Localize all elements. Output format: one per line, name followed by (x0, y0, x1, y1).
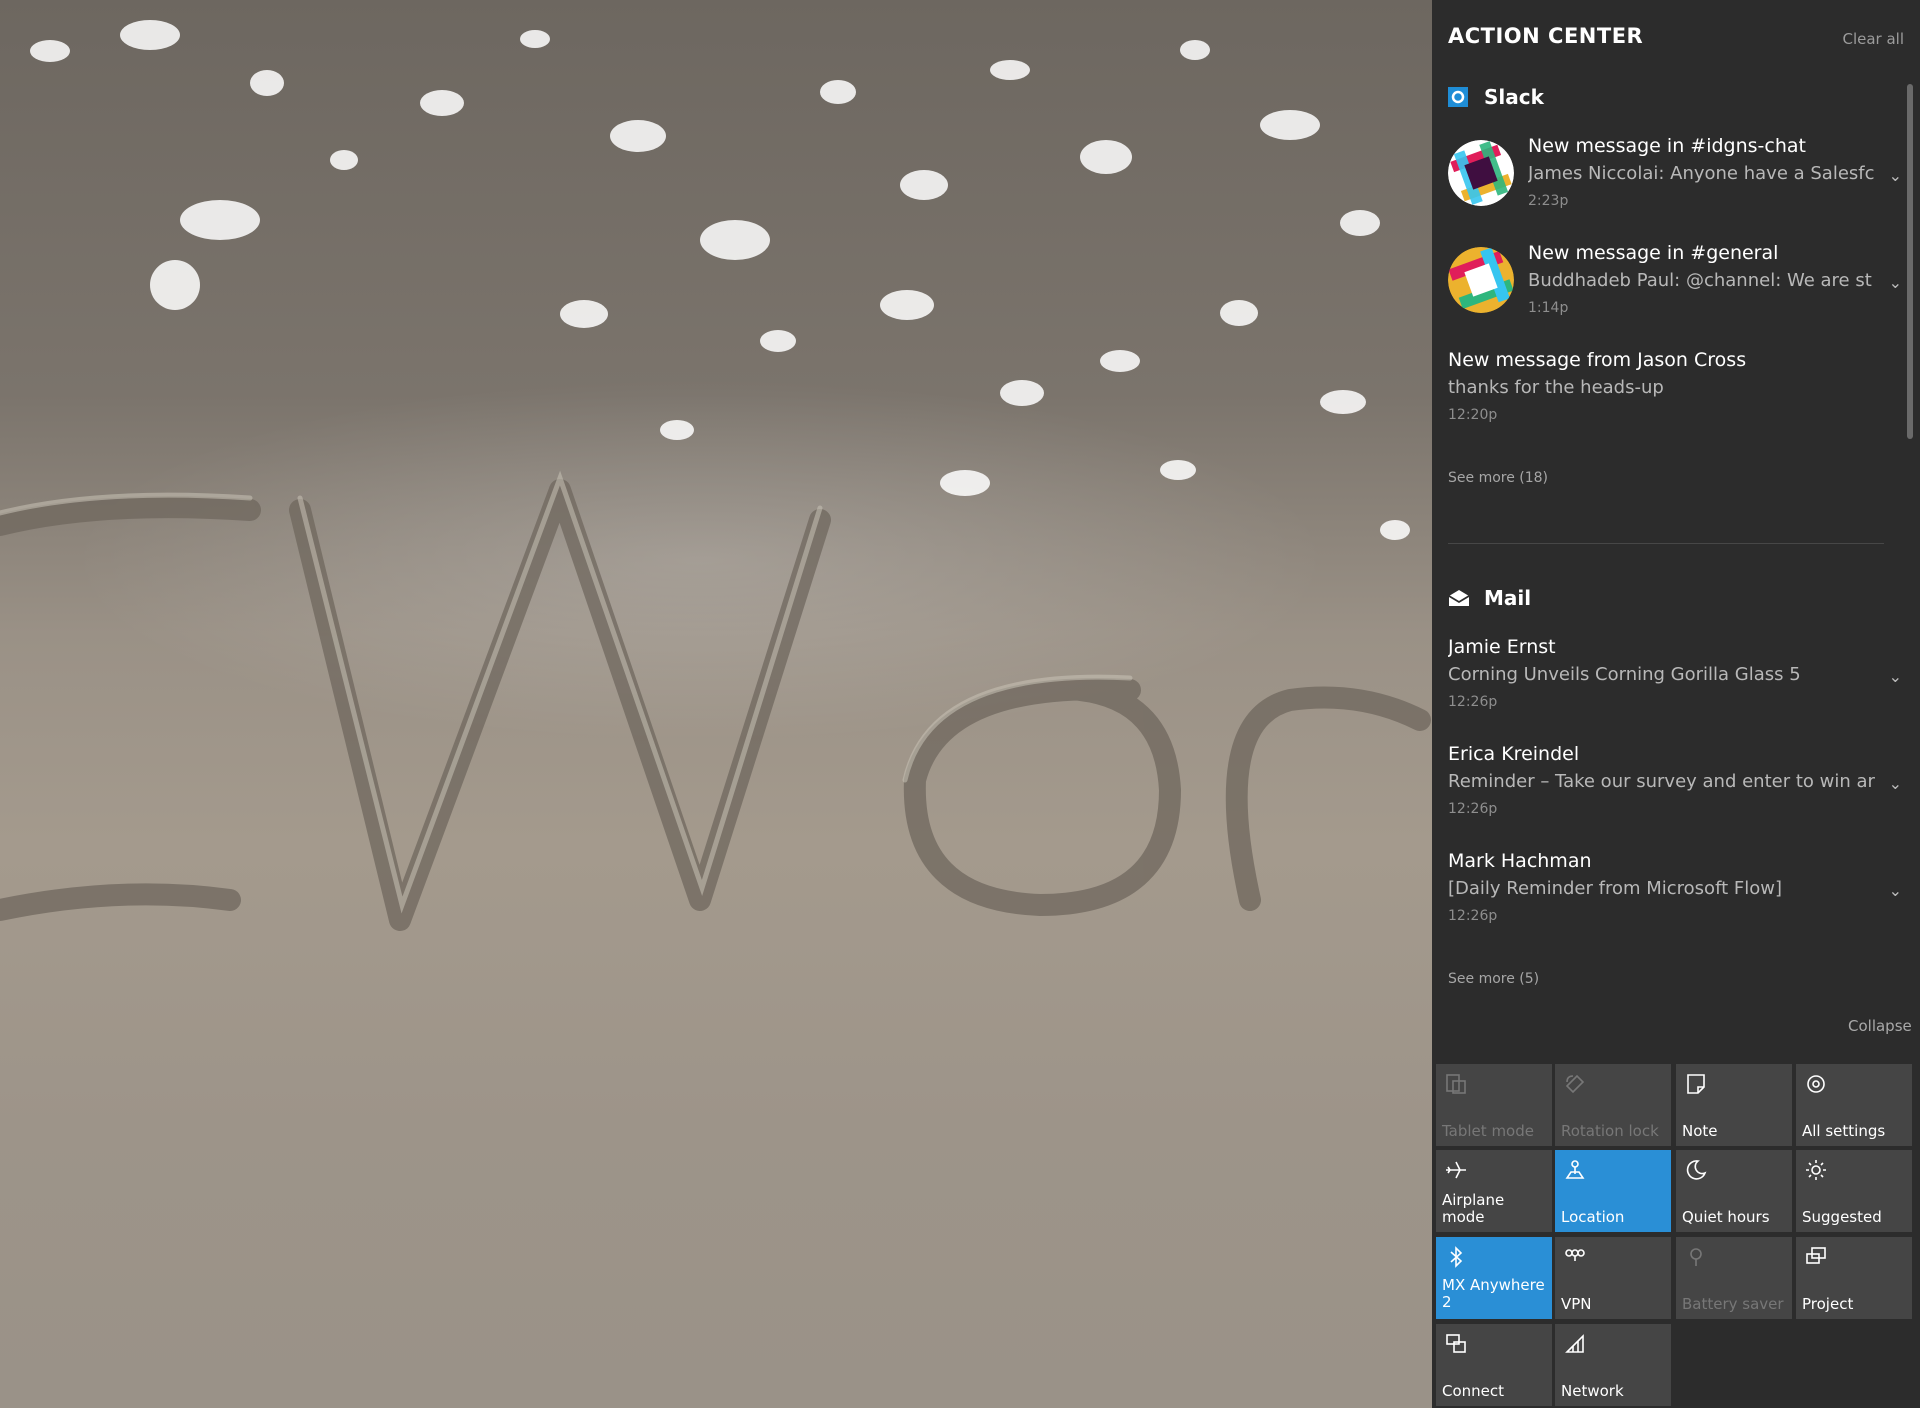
notification-title: New message from Jason Cross (1448, 349, 1747, 371)
clear-all-button[interactable]: Clear all (1842, 30, 1904, 48)
tile-airplane-mode[interactable]: Airplane mode (1436, 1150, 1552, 1232)
notification-time: 12:26p (1448, 801, 1498, 817)
desktop-wallpaper (0, 0, 1432, 1408)
brightness-icon (1804, 1158, 1828, 1182)
mail-group-header[interactable]: Mail (1448, 583, 1531, 613)
tile-label: Rotation lock (1561, 1122, 1659, 1140)
see-more-link[interactable]: See more (18) (1448, 470, 1548, 486)
tile-all-settings[interactable]: All settings (1796, 1064, 1912, 1146)
tile-project[interactable]: Project (1796, 1237, 1912, 1319)
connect-icon (1444, 1332, 1468, 1356)
notification-title: New message in #idgns-chat (1528, 135, 1806, 157)
notification-title: Mark Hachman (1448, 850, 1592, 872)
notification-title: Jamie Ernst (1448, 636, 1556, 658)
notification-item[interactable]: Erica Kreindel Reminder – Take our surve… (1448, 740, 1902, 840)
chevron-down-icon[interactable]: ⌄ (1889, 667, 1902, 686)
notification-time: 1:14p (1528, 300, 1569, 316)
tablet-mode-icon (1444, 1072, 1468, 1096)
group-divider (1448, 543, 1884, 544)
network-icon (1563, 1332, 1587, 1356)
notification-body: Corning Unveils Corning Gorilla Glass 5 (1448, 664, 1801, 685)
see-more-link[interactable]: See more (5) (1448, 971, 1539, 987)
tile-label: Airplane mode (1442, 1191, 1505, 1226)
tile-vpn[interactable]: VPN (1555, 1237, 1671, 1319)
tile-label: Quiet hours (1682, 1208, 1770, 1226)
slack-logo-avatar (1448, 247, 1514, 313)
notification-time: 12:26p (1448, 908, 1498, 924)
tile-note[interactable]: Note (1676, 1064, 1792, 1146)
gear-icon (1804, 1072, 1828, 1096)
notification-body: thanks for the heads-up (1448, 377, 1664, 398)
battery-saver-icon (1684, 1245, 1708, 1269)
note-icon (1684, 1072, 1708, 1096)
tile-label: Project (1802, 1295, 1854, 1313)
tile-label: Connect (1442, 1382, 1505, 1400)
notification-time: 12:26p (1448, 694, 1498, 710)
tile-network[interactable]: Network (1555, 1324, 1671, 1406)
mail-app-name: Mail (1484, 586, 1532, 610)
slack-icon (1448, 87, 1468, 107)
action-center-header: ACTION CENTER Clear all (1448, 24, 1904, 54)
tile-label: Tablet mode (1442, 1122, 1534, 1140)
tile-bluetooth[interactable]: MX Anywhere 2 (1436, 1237, 1552, 1319)
notification-time: 2:23p (1528, 193, 1569, 209)
vpn-icon (1563, 1245, 1587, 1269)
mail-icon (1448, 588, 1470, 608)
moon-icon (1684, 1158, 1708, 1182)
tile-label: All settings (1802, 1122, 1886, 1140)
notification-body: [Daily Reminder from Microsoft Flow] (1448, 878, 1782, 899)
tile-label: Battery saver (1682, 1295, 1784, 1313)
chevron-down-icon[interactable]: ⌄ (1889, 881, 1902, 900)
tile-location[interactable]: Location (1555, 1150, 1671, 1232)
notification-body: James Niccolai: Anyone have a Salesfc (1528, 163, 1875, 184)
tile-rotation-lock[interactable]: Rotation lock (1555, 1064, 1671, 1146)
tile-label: Location (1561, 1208, 1625, 1226)
project-icon (1804, 1245, 1828, 1269)
tile-quiet-hours[interactable]: Quiet hours (1676, 1150, 1792, 1232)
tile-suggested[interactable]: Suggested (1796, 1150, 1912, 1232)
tile-connect[interactable]: Connect (1436, 1324, 1552, 1406)
notification-title: Erica Kreindel (1448, 743, 1580, 765)
notification-body: Reminder – Take our survey and enter to … (1448, 771, 1875, 792)
notification-item[interactable]: New message in #general Buddhadeb Paul: … (1448, 239, 1902, 339)
tile-tablet-mode[interactable]: Tablet mode (1436, 1064, 1552, 1146)
tile-label: Network (1561, 1382, 1624, 1400)
notification-item[interactable]: New message from Jason Cross thanks for … (1448, 346, 1898, 446)
slack-app-name: Slack (1484, 85, 1544, 109)
tile-label: MX Anywhere 2 (1442, 1276, 1545, 1311)
tile-label: Suggested (1802, 1208, 1882, 1226)
slack-logo-avatar (1448, 140, 1514, 206)
tile-battery-saver[interactable]: Battery saver (1676, 1237, 1792, 1319)
notification-item[interactable]: Mark Hachman [Daily Reminder from Micros… (1448, 847, 1902, 947)
tile-label: Note (1682, 1122, 1718, 1140)
notification-time: 12:20p (1448, 407, 1498, 423)
sand-writing (0, 470, 1431, 931)
rotation-lock-icon (1563, 1072, 1587, 1096)
bluetooth-icon (1444, 1245, 1468, 1269)
chevron-down-icon[interactable]: ⌄ (1889, 774, 1902, 793)
collapse-button[interactable]: Collapse (1848, 1017, 1912, 1035)
airplane-icon (1444, 1158, 1468, 1182)
slack-group-header[interactable]: Slack (1448, 82, 1544, 112)
notification-item[interactable]: New message in #idgns-chat James Niccola… (1448, 132, 1902, 232)
notifications-scrollbar[interactable] (1906, 78, 1914, 992)
location-icon (1563, 1158, 1587, 1182)
action-center-title: ACTION CENTER (1448, 24, 1644, 48)
notification-body: Buddhadeb Paul: @channel: We are st (1528, 270, 1872, 291)
chevron-down-icon[interactable]: ⌄ (1889, 273, 1902, 292)
scrollbar-thumb[interactable] (1907, 84, 1913, 439)
tile-label: VPN (1561, 1295, 1592, 1313)
notification-title: New message in #general (1528, 242, 1779, 264)
notification-item[interactable]: Jamie Ernst Corning Unveils Corning Gori… (1448, 633, 1902, 733)
chevron-down-icon[interactable]: ⌄ (1889, 166, 1902, 185)
